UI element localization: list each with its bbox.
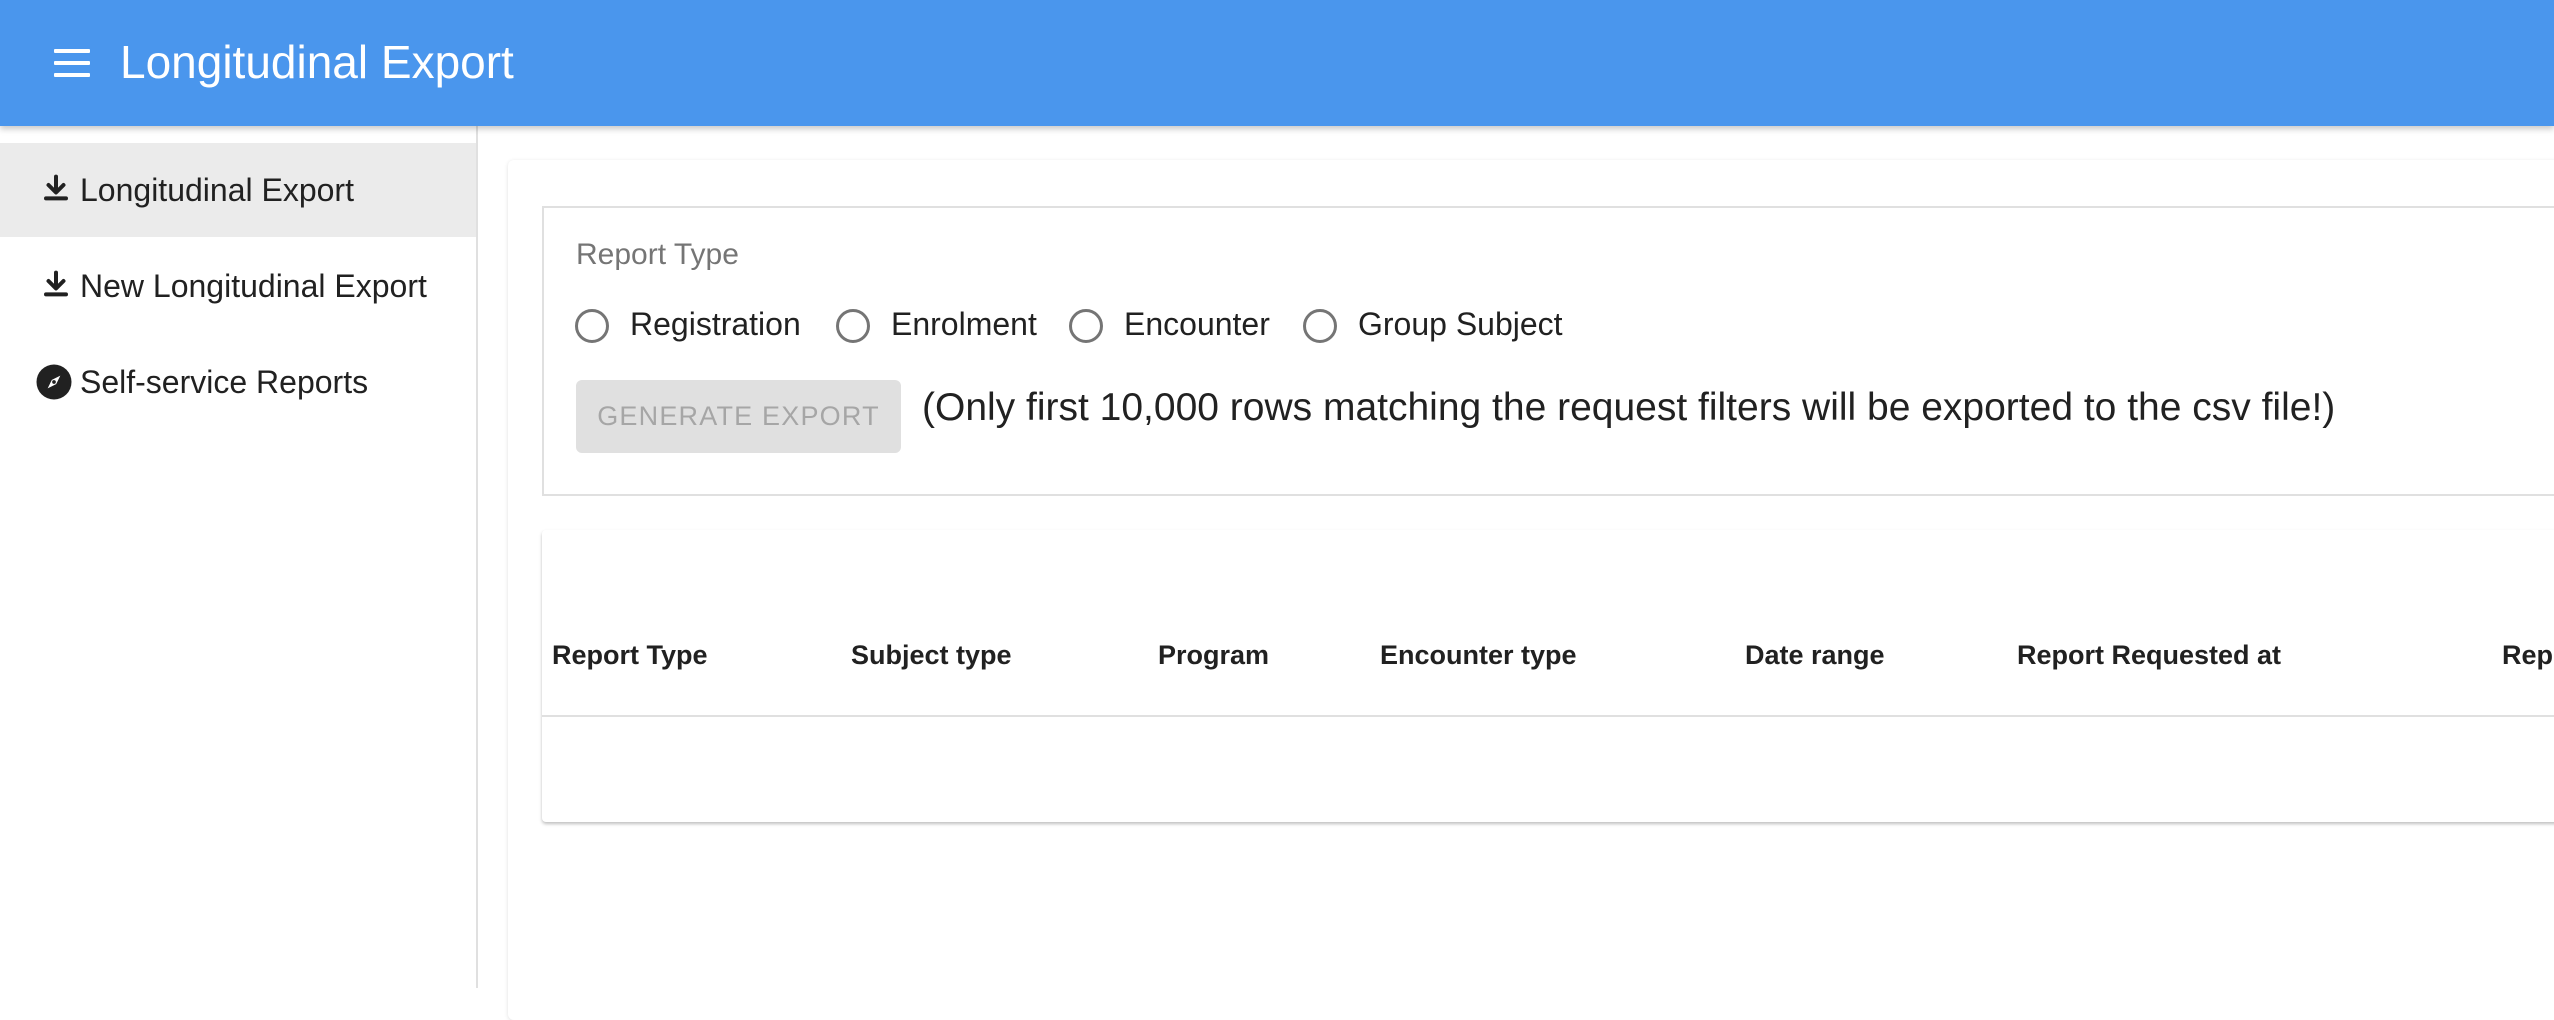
menu-icon[interactable]	[52, 45, 92, 81]
app-bar: Longitudinal Export	[0, 0, 2554, 126]
column-header-report-requested-at[interactable]: Report Requested at	[2017, 640, 2281, 671]
compass-icon	[36, 364, 72, 400]
exports-table	[542, 530, 2554, 822]
page-title: Longitudinal Export	[120, 36, 514, 88]
sidebar-item-longitudinal-export[interactable]: Longitudinal Export	[0, 143, 476, 237]
radio-label-enrolment[interactable]: Enrolment	[891, 306, 1037, 343]
download-icon	[44, 270, 68, 297]
radio-label-registration[interactable]: Registration	[630, 306, 801, 343]
sidebar-item-label: Self-service Reports	[80, 363, 369, 400]
column-header-program[interactable]: Program	[1158, 640, 1269, 671]
column-header-encounter-type[interactable]: Encounter type	[1380, 640, 1577, 671]
sidebar-item-label: Longitudinal Export	[80, 171, 354, 208]
column-header-subject-type[interactable]: Subject type	[851, 640, 1012, 671]
generate-export-button[interactable]: GENERATE EXPORT	[576, 380, 901, 453]
column-header-report-type[interactable]: Report Type	[552, 640, 708, 671]
sidebar-item-new-longitudinal-export[interactable]: New Longitudinal Export	[0, 239, 476, 333]
sidebar-item-self-service-reports[interactable]: Self-service Reports	[0, 335, 476, 429]
export-limit-note: (Only first 10,000 rows matching the req…	[922, 386, 2336, 429]
table-header-divider	[542, 715, 2554, 717]
radio-group-subject[interactable]	[1303, 309, 1337, 343]
report-type-label: Report Type	[576, 238, 739, 271]
radio-registration[interactable]	[575, 309, 609, 343]
radio-encounter[interactable]	[1069, 309, 1103, 343]
column-header-date-range[interactable]: Date range	[1745, 640, 1885, 671]
radio-label-encounter[interactable]: Encounter	[1124, 306, 1270, 343]
download-icon	[44, 174, 68, 201]
sidebar-item-label: New Longitudinal Export	[80, 267, 427, 304]
column-header-report-status[interactable]: Repo	[2502, 640, 2554, 671]
radio-enrolment[interactable]	[836, 309, 870, 343]
radio-label-group-subject[interactable]: Group Subject	[1358, 306, 1563, 343]
